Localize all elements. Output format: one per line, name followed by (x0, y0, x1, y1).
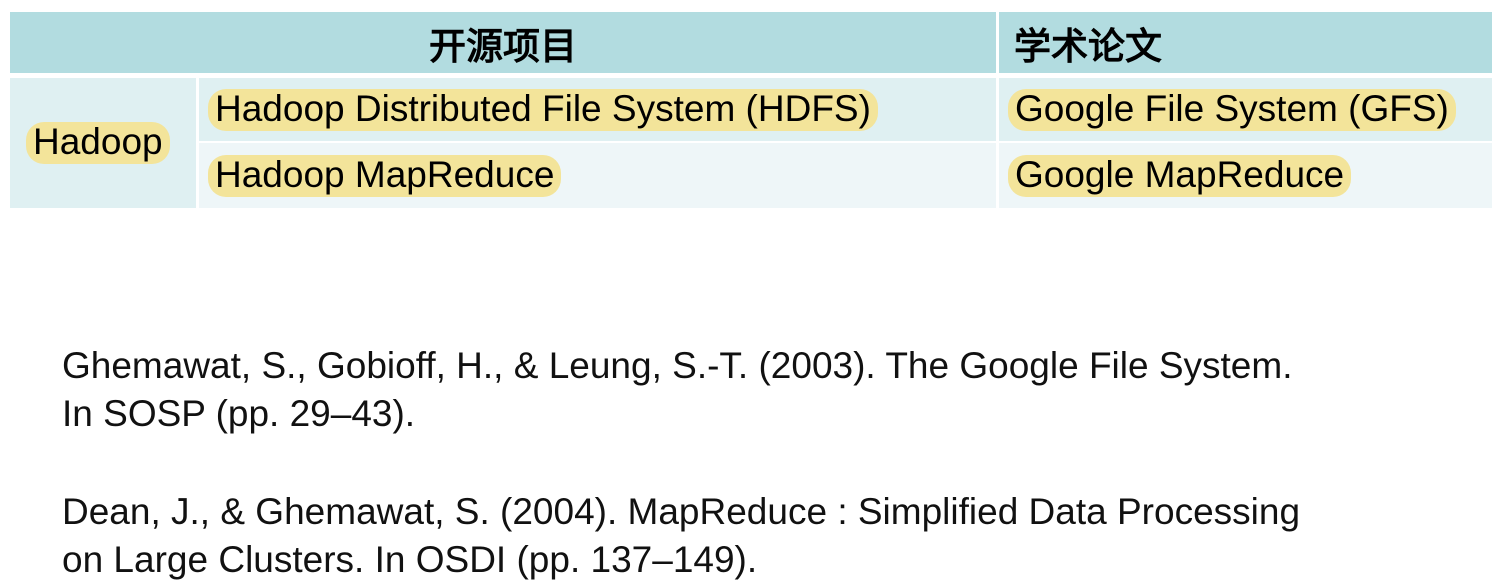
header-papers: 学术论文 (999, 12, 1492, 73)
header-papers-label: 学术论文 (1014, 24, 1162, 68)
header-open-source-label: 开源项目 (429, 24, 577, 68)
table-cell-project-mapreduce: Hadoop MapReduce (199, 143, 996, 208)
table-cell-project-hdfs: Hadoop Distributed File System (HDFS) (199, 78, 996, 141)
reference-mapreduce-line-2: on Large Clusters. In OSDI (pp. 137–149)… (62, 539, 758, 580)
paper-gfs: Google File System (GFS) (1008, 88, 1456, 131)
header-open-source: 开源项目 (10, 12, 996, 73)
table-cell-paper-gfs: Google File System (GFS) (999, 78, 1492, 141)
reference-mapreduce-line-1: Dean, J., & Ghemawat, S. (2004). MapRedu… (62, 491, 1301, 532)
reference-mapreduce: Dean, J., & Ghemawat, S. (2004). MapRedu… (62, 488, 1442, 584)
project-paper-table: 开源项目 学术论文 Hadoop Hadoop Distributed File… (10, 12, 1492, 208)
paper-mapreduce: Google MapReduce (1008, 154, 1352, 197)
project-mapreduce: Hadoop MapReduce (208, 154, 562, 197)
reference-gfs-line-1: Ghemawat, S., Gobioff, H., & Leung, S.-T… (62, 345, 1293, 386)
project-hdfs: Hadoop Distributed File System (HDFS) (208, 88, 878, 131)
reference-gfs: Ghemawat, S., Gobioff, H., & Leung, S.-T… (62, 342, 1442, 438)
references: Ghemawat, S., Gobioff, H., & Leung, S.-T… (62, 342, 1442, 584)
group-label-hadoop: Hadoop (26, 122, 170, 164)
table-cell-paper-mapreduce: Google MapReduce (999, 143, 1492, 208)
group-cell-hadoop: Hadoop (10, 78, 196, 208)
reference-gfs-line-2: In SOSP (pp. 29–43). (62, 393, 416, 434)
